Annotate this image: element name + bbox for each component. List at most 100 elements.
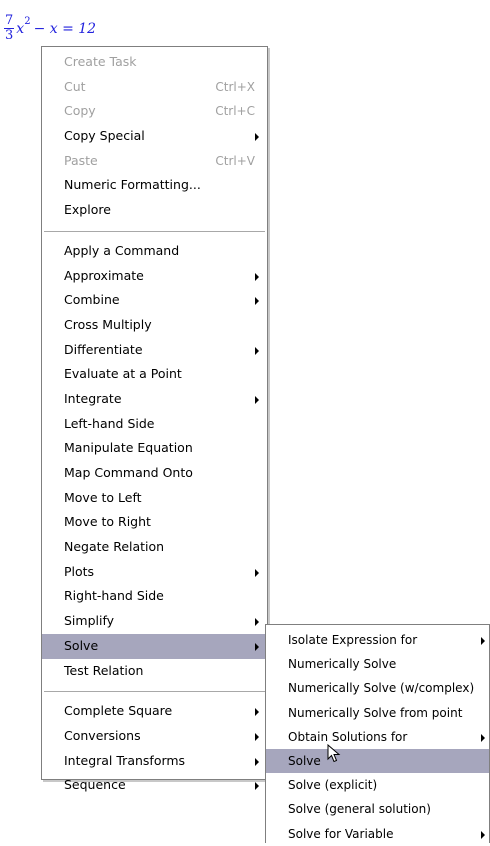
- submenu-item-obtain-solutions-for[interactable]: Obtain Solutions for: [266, 725, 489, 749]
- menu-group-conversions: Complete Square Conversions Integral Trans…: [42, 699, 267, 798]
- menu-item-conversions[interactable]: Conversions: [42, 724, 267, 749]
- submenu-arrow-icon: [255, 782, 259, 791]
- menu-item-complete-square[interactable]: Complete Square: [42, 699, 267, 724]
- menu-item-label: Sequence: [64, 777, 126, 793]
- submenu-arrow-icon: [255, 568, 259, 577]
- menu-item-move-to-left[interactable]: Move to Left: [42, 486, 267, 511]
- menu-item-shortcut: Ctrl+V: [215, 153, 255, 168]
- menu-item-apply-a-command[interactable]: Apply a Command: [42, 239, 267, 264]
- menu-item-approximate[interactable]: Approximate: [42, 264, 267, 289]
- menu-item-negate-relation[interactable]: Negate Relation: [42, 535, 267, 560]
- menu-item-left-hand-side[interactable]: Left-hand Side: [42, 412, 267, 437]
- equation-exponent: 2: [24, 16, 31, 27]
- menu-item-plots[interactable]: Plots: [42, 560, 267, 585]
- menu-item-test-relation[interactable]: Test Relation: [42, 659, 267, 684]
- menu-item-copy-special[interactable]: Copy Special: [42, 124, 267, 149]
- submenu-arrow-icon: [255, 297, 259, 306]
- menu-item-label: Complete Square: [64, 703, 173, 719]
- menu-item-label: Apply a Command: [64, 242, 180, 258]
- menu-item-label: Negate Relation: [64, 539, 165, 555]
- menu-item-sequence[interactable]: Sequence: [42, 773, 267, 798]
- menu-item-label: Numerically Solve: [288, 657, 397, 672]
- menu-item-shortcut: Ctrl+C: [215, 104, 255, 119]
- context-menu: Create Task Cut Ctrl+X Copy Ctrl+C Copy Speci…: [41, 46, 268, 792]
- menu-item-evaluate-at-a-point[interactable]: Evaluate at a Point: [42, 362, 267, 387]
- submenu-item-solve-for-variable[interactable]: Solve for Variable: [266, 822, 489, 846]
- submenu-arrow-icon: [481, 733, 485, 742]
- menu-item-label: Explore: [64, 202, 111, 218]
- fraction: 7 3: [4, 13, 15, 43]
- menu-item-label: Copy Special: [64, 128, 145, 144]
- menu-item-label: Test Relation: [64, 662, 144, 678]
- menu-item-label: Approximate: [64, 267, 144, 283]
- menu-item-copy: Copy Ctrl+C: [42, 99, 267, 124]
- menu-item-shortcut: Ctrl+X: [215, 79, 255, 94]
- menu-item-manipulate-equation[interactable]: Manipulate Equation: [42, 436, 267, 461]
- menu-item-integrate[interactable]: Integrate: [42, 387, 267, 412]
- menu-item-label: Map Command Onto: [64, 465, 193, 480]
- menu-item-label: Right-hand Side: [64, 588, 164, 604]
- math-expression[interactable]: 7 3 x 2 − x = 12: [4, 14, 96, 43]
- menu-item-differentiate[interactable]: Differentiate: [42, 338, 267, 363]
- submenu-item-numerically-solve-w-complex[interactable]: Numerically Solve (w/complex): [266, 676, 489, 700]
- menu-item-cut: Cut Ctrl+X: [42, 75, 267, 100]
- submenu-item-solve-general-solution[interactable]: Solve (general solution): [266, 797, 489, 821]
- menu-item-label: Cross Multiply: [64, 316, 152, 332]
- arrow-pointer-icon: [327, 744, 341, 763]
- menu-item-label: Move to Left: [64, 489, 142, 505]
- submenu-arrow-icon: [255, 395, 259, 404]
- menu-item-label: Isolate Expression for: [288, 633, 418, 647]
- menu-separator: [44, 691, 265, 693]
- submenu-arrow-icon: [255, 732, 259, 741]
- menu-item-cross-multiply[interactable]: Cross Multiply: [42, 313, 267, 338]
- submenu-arrow-icon: [481, 637, 485, 645]
- menu-item-simplify[interactable]: Simplify: [42, 609, 267, 634]
- menu-item-numeric-formatting[interactable]: Numeric Formatting...: [42, 173, 267, 198]
- menu-item-integral-transforms[interactable]: Integral Transforms: [42, 749, 267, 774]
- menu-item-label: Combine: [64, 292, 120, 308]
- menu-item-combine[interactable]: Combine: [42, 288, 267, 313]
- submenu-arrow-icon: [255, 272, 259, 281]
- menu-item-label: Create Task: [64, 54, 137, 69]
- menu-item-label: Obtain Solutions for: [288, 729, 408, 744]
- menu-item-label: Copy: [64, 103, 96, 119]
- submenu-item-solve[interactable]: Solve: [266, 748, 489, 774]
- menu-item-label: Left-hand Side: [64, 415, 155, 431]
- menu-item-right-hand-side[interactable]: Right-hand Side: [42, 584, 267, 609]
- fraction-denominator: 3: [5, 28, 14, 43]
- menu-item-label: Integral Transforms: [64, 752, 186, 768]
- menu-item-label: Numerically Solve from point: [288, 705, 463, 720]
- menu-item-label: Differentiate: [64, 341, 143, 357]
- submenu-item-numerically-solve[interactable]: Numerically Solve: [266, 652, 489, 676]
- menu-item-label: Solve (explicit): [288, 778, 378, 793]
- menu-item-label: Numerically Solve (w/complex): [288, 681, 475, 696]
- submenu-arrow-icon: [255, 133, 259, 142]
- submenu-arrow-icon: [481, 830, 485, 839]
- menu-item-solve[interactable]: Solve: [42, 633, 267, 659]
- menu-group-edit: Create Task Cut Ctrl+X Copy Ctrl+C Copy Speci…: [42, 50, 267, 223]
- submenu-arrow-icon: [255, 346, 259, 355]
- menu-group-commands: Apply a Command Approximate Combine Cross M…: [42, 239, 267, 683]
- menu-item-create-task: Create Task: [42, 50, 267, 75]
- menu-item-map-command-onto[interactable]: Map Command Onto: [42, 461, 267, 486]
- menu-item-label: Integrate: [64, 390, 122, 406]
- submenu-arrow-icon: [255, 757, 259, 766]
- menu-separator: [44, 230, 265, 232]
- menu-item-label: Conversions: [64, 727, 141, 743]
- menu-item-label: Simplify: [64, 613, 115, 629]
- menu-item-label: Solve for Variable: [288, 826, 394, 841]
- menu-item-label: Manipulate Equation: [64, 440, 193, 456]
- menu-item-label: Evaluate at a Point: [64, 366, 182, 382]
- fraction-numerator: 7: [4, 13, 15, 29]
- submenu-item-numerically-solve-from-point[interactable]: Numerically Solve from point: [266, 701, 489, 725]
- menu-item-label: Paste: [64, 152, 98, 168]
- menu-item-move-to-right[interactable]: Move to Right: [42, 510, 267, 535]
- submenu-item-solve-explicit[interactable]: Solve (explicit): [266, 773, 489, 797]
- submenu-arrow-icon: [255, 618, 259, 627]
- equation-remainder: − x = 12: [33, 20, 97, 37]
- menu-item-label: Solve: [288, 753, 321, 768]
- submenu-arrow-icon: [255, 708, 259, 717]
- submenu-item-isolate-expression-for[interactable]: Isolate Expression for: [266, 628, 489, 652]
- menu-item-label: Numeric Formatting...: [64, 177, 201, 193]
- menu-item-explore[interactable]: Explore: [42, 198, 267, 223]
